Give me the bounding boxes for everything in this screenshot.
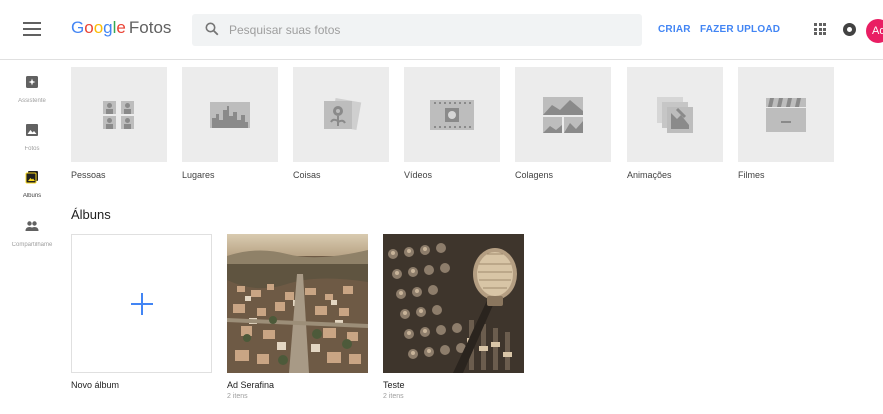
- category-label: Colagens: [515, 170, 554, 180]
- sidebar-item-label: Fotos: [24, 146, 40, 152]
- album-card[interactable]: Ad Serafina 2 itens: [227, 234, 368, 400]
- album-title: Teste: [383, 380, 405, 390]
- people-icon: [25, 221, 39, 231]
- search-input[interactable]: [229, 14, 629, 46]
- notifications-icon[interactable]: [843, 23, 856, 36]
- animation-icon: [657, 96, 693, 133]
- albums-section-title: Álbuns: [71, 207, 111, 222]
- category-thumbnail: [71, 67, 167, 162]
- category-label: Lugares: [182, 170, 215, 180]
- category-colagens[interactable]: Colagens: [515, 67, 611, 180]
- album-item-count: 2 itens: [227, 393, 248, 400]
- film-strip-icon: [430, 99, 474, 130]
- category-pessoas[interactable]: Pessoas: [71, 67, 167, 180]
- category-thumbnail: [182, 67, 278, 162]
- people-grid-icon: [103, 100, 134, 129]
- collage-icon: [543, 96, 583, 133]
- new-album-tile[interactable]: [71, 234, 212, 373]
- logo-product-name: Fotos: [128, 18, 172, 37]
- google-photos-logo[interactable]: Google Fotos: [71, 18, 171, 38]
- category-label: Pessoas: [71, 170, 106, 180]
- photo-icon: [26, 124, 38, 136]
- upload-button[interactable]: FAZER UPLOAD: [700, 24, 780, 35]
- category-label: Filmes: [738, 170, 765, 180]
- logo-letter: o: [84, 18, 94, 37]
- search-icon: [205, 22, 219, 36]
- sidebar-item-label: Assistente: [18, 98, 46, 104]
- category-label: Vídeos: [404, 170, 433, 180]
- category-thumbnail: [627, 67, 723, 162]
- logo-letter: e: [116, 18, 126, 37]
- category-coisas[interactable]: Coisas: [293, 67, 389, 180]
- apps-grid-icon[interactable]: [814, 23, 826, 35]
- category-thumbnail: [515, 67, 611, 162]
- category-videos[interactable]: Vídeos: [404, 67, 500, 180]
- sidebar-item-albuns[interactable]: Álbuns: [8, 166, 56, 206]
- logo-letter: g: [103, 18, 113, 37]
- city-icon: [210, 101, 250, 128]
- album-title: Ad Serafina: [227, 380, 275, 390]
- category-animacoes[interactable]: Animações: [627, 67, 723, 180]
- album-item-count: 2 itens: [383, 393, 404, 400]
- logo-letter: o: [93, 18, 104, 37]
- new-album-label: Novo álbum: [71, 380, 120, 390]
- sidebar-item-fotos[interactable]: Fotos: [8, 123, 56, 152]
- category-lugares[interactable]: Lugares: [182, 67, 278, 180]
- clapperboard-icon: [766, 97, 806, 132]
- search-bar[interactable]: [192, 14, 642, 46]
- category-label: Animações: [627, 170, 672, 180]
- menu-icon[interactable]: [23, 22, 41, 36]
- album-cover[interactable]: [383, 234, 524, 373]
- album-cover[interactable]: [227, 234, 368, 373]
- city-aerial-photo: [227, 234, 368, 373]
- albums-icon: [25, 171, 38, 184]
- logo-letter: G: [71, 18, 85, 37]
- category-label: Coisas: [293, 170, 321, 180]
- category-thumbnail: [293, 67, 389, 162]
- flower-icon: [324, 97, 362, 130]
- sidebar-item-compartilhamento[interactable]: Compartilhame: [8, 219, 56, 248]
- category-filmes[interactable]: Filmes: [738, 67, 834, 180]
- create-button[interactable]: CRIAR: [658, 24, 691, 35]
- new-album-button[interactable]: Novo álbum: [71, 234, 212, 390]
- sidebar-item-assistente[interactable]: Assistente: [8, 75, 56, 104]
- album-card[interactable]: Teste 2 itens: [383, 234, 524, 400]
- category-thumbnail: [404, 67, 500, 162]
- top-bar: GoogleFotos CRIAR FAZER UPLOAD Ad: [0, 0, 883, 60]
- category-thumbnail: [738, 67, 834, 162]
- avatar[interactable]: Ad: [866, 19, 883, 43]
- microphone-mixer-photo: [383, 234, 524, 373]
- assistant-icon: [26, 76, 38, 88]
- sidebar-item-label: Álbuns: [22, 193, 42, 199]
- sidebar-item-label: Compartilhame: [11, 242, 53, 248]
- plus-icon: [131, 293, 153, 315]
